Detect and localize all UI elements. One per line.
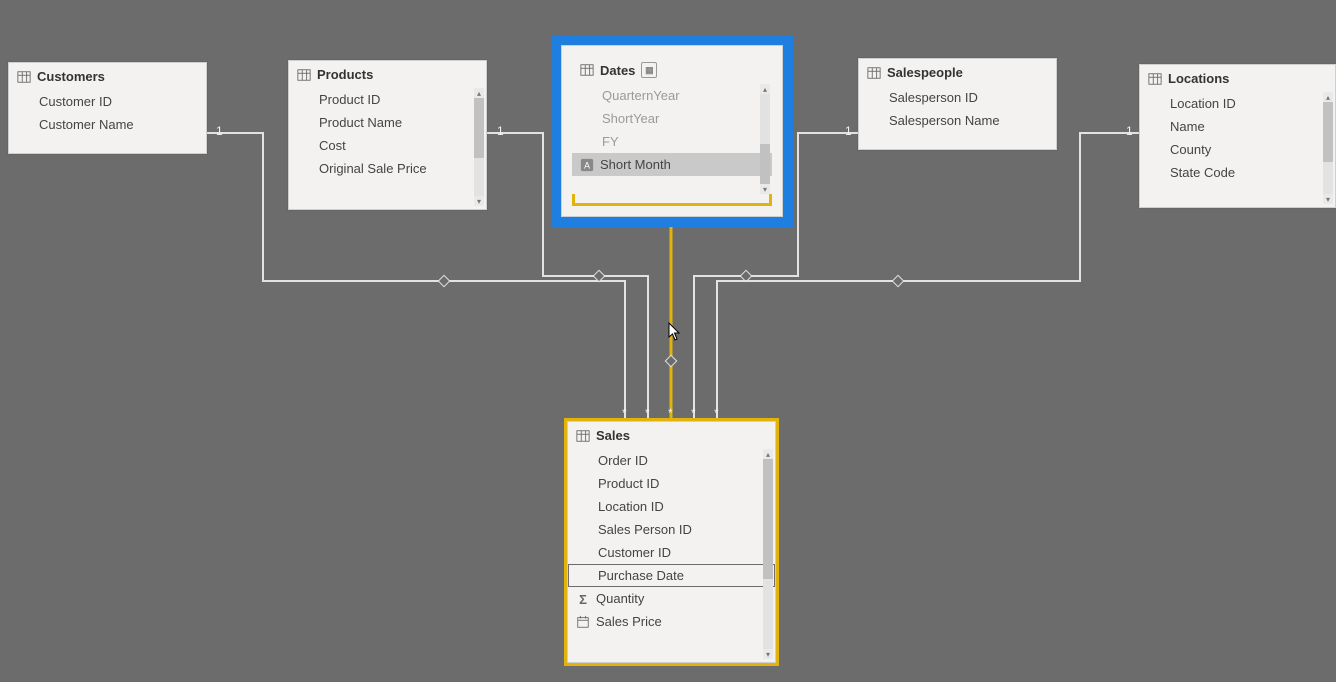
table-icon xyxy=(1148,72,1162,86)
field-salesperson-name[interactable]: Salesperson Name xyxy=(859,109,1056,132)
scroll-up-icon[interactable]: ▴ xyxy=(760,84,770,94)
field-sales-price[interactable]: Sales Price xyxy=(568,610,775,633)
table-title: Customers xyxy=(37,69,105,84)
table-header[interactable]: Salespeople xyxy=(859,59,1056,86)
cardinality-many: * xyxy=(645,406,650,420)
table-title: Salespeople xyxy=(887,65,963,80)
table-dates[interactable]: Dates ▦ QuarternYear ShortYear FY A Shor… xyxy=(561,45,783,217)
field-cost[interactable]: Cost xyxy=(289,134,486,157)
field-customer-id[interactable]: Customer ID xyxy=(568,541,775,564)
cardinality-one: 1 xyxy=(845,124,852,138)
table-icon xyxy=(867,66,881,80)
field-short-month[interactable]: A Short Month xyxy=(572,153,772,176)
scroll-down-icon[interactable]: ▾ xyxy=(763,649,773,659)
date-table-badge-icon: ▦ xyxy=(641,62,657,78)
sigma-icon: Σ xyxy=(576,592,590,606)
table-icon xyxy=(576,429,590,443)
cardinality-many: * xyxy=(668,406,673,420)
table-header[interactable]: Products xyxy=(289,61,486,88)
table-title: Dates xyxy=(600,63,635,78)
field-original-sale-price[interactable]: Original Sale Price xyxy=(289,157,486,180)
cardinality-many: * xyxy=(622,406,627,420)
cardinality-one: 1 xyxy=(1126,124,1133,138)
field-name[interactable]: Name xyxy=(1140,115,1335,138)
table-header[interactable]: Sales xyxy=(568,422,775,449)
table-icon xyxy=(297,68,311,82)
field-product-id[interactable]: Product ID xyxy=(568,472,775,495)
scroll-down-icon[interactable]: ▾ xyxy=(760,184,770,194)
table-customers[interactable]: Customers Customer ID Customer Name xyxy=(8,62,207,154)
field-location-id[interactable]: Location ID xyxy=(1140,92,1335,115)
scroll-down-icon[interactable]: ▾ xyxy=(474,196,484,206)
sortby-icon: A xyxy=(580,158,594,172)
cardinality-many: * xyxy=(691,406,696,420)
field-product-id[interactable]: Product ID xyxy=(289,88,486,111)
calendar-icon xyxy=(576,615,590,629)
table-salespeople[interactable]: Salespeople Salesperson ID Salesperson N… xyxy=(858,58,1057,150)
scroll-up-icon[interactable]: ▴ xyxy=(763,449,773,459)
table-sales[interactable]: Sales Order ID Product ID Location ID Sa… xyxy=(567,421,776,663)
field-purchase-date[interactable]: Purchase Date xyxy=(568,564,775,587)
field-fy[interactable]: FY xyxy=(572,130,772,153)
field-customer-name[interactable]: Customer Name xyxy=(9,113,206,136)
svg-text:A: A xyxy=(584,160,590,170)
scrollbar[interactable]: ▴ ▾ xyxy=(763,449,773,659)
table-icon xyxy=(580,63,594,77)
field-state-code[interactable]: State Code xyxy=(1140,161,1335,184)
field-location-id[interactable]: Location ID xyxy=(568,495,775,518)
field-shortyear[interactable]: ShortYear xyxy=(572,107,772,130)
table-title: Products xyxy=(317,67,373,82)
scrollbar[interactable]: ▴ ▾ xyxy=(760,84,770,194)
table-title: Locations xyxy=(1168,71,1229,86)
scrollbar[interactable]: ▴ ▾ xyxy=(474,88,484,206)
scroll-down-icon[interactable]: ▾ xyxy=(1323,194,1333,204)
table-products[interactable]: Products Product ID Product Name Cost Or… xyxy=(288,60,487,210)
field-customer-id[interactable]: Customer ID xyxy=(9,90,206,113)
table-header[interactable]: Dates ▦ xyxy=(572,56,772,84)
field-product-name[interactable]: Product Name xyxy=(289,111,486,134)
field-order-id[interactable]: Order ID xyxy=(568,449,775,472)
scrollbar[interactable]: ▴ ▾ xyxy=(1323,92,1333,204)
cardinality-one: 1 xyxy=(497,124,504,138)
scroll-up-icon[interactable]: ▴ xyxy=(474,88,484,98)
table-locations[interactable]: Locations Location ID Name County State … xyxy=(1139,64,1336,208)
field-salesperson-id[interactable]: Salesperson ID xyxy=(859,86,1056,109)
field-sales-person-id[interactable]: Sales Person ID xyxy=(568,518,775,541)
table-header[interactable]: Locations xyxy=(1140,65,1335,92)
field-quantity[interactable]: Σ Quantity xyxy=(568,587,775,610)
field-quarternyear[interactable]: QuarternYear xyxy=(572,84,772,107)
table-header[interactable]: Customers xyxy=(9,63,206,90)
cardinality-one: 1 xyxy=(216,124,223,138)
scroll-up-icon[interactable]: ▴ xyxy=(1323,92,1333,102)
cursor-icon xyxy=(668,322,682,342)
cardinality-many: * xyxy=(714,406,719,420)
table-icon xyxy=(17,70,31,84)
field-county[interactable]: County xyxy=(1140,138,1335,161)
table-title: Sales xyxy=(596,428,630,443)
